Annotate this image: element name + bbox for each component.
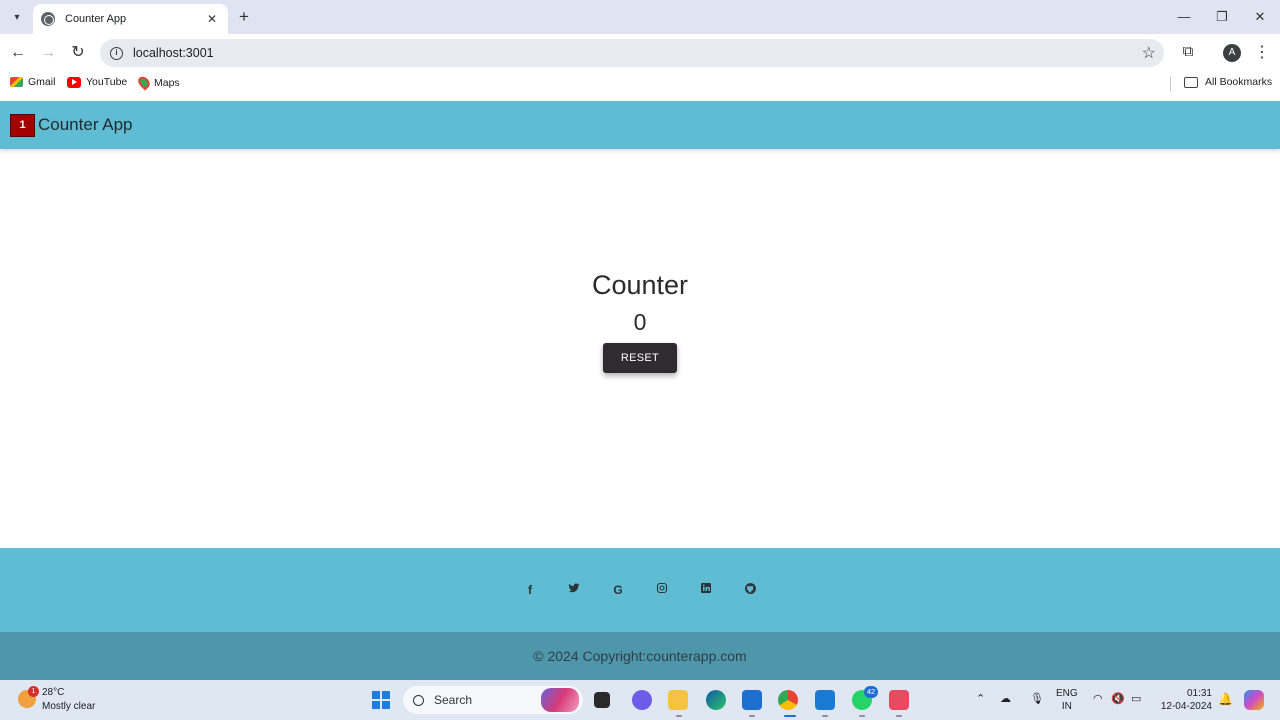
restore-icon[interactable]: ❐ <box>1212 7 1232 27</box>
close-tab-icon[interactable]: ✕ <box>204 12 220 26</box>
bookmark-label: Maps <box>154 76 180 89</box>
browser-tab-strip: ▾ Counter App ✕ + — ❐ ✕ <box>0 0 1280 34</box>
task-view-icon[interactable] <box>594 692 610 708</box>
microsoft-store-icon[interactable] <box>742 690 762 710</box>
weather-notification-badge: 1 <box>28 686 39 697</box>
file-explorer-indicator <box>676 715 682 717</box>
bookmark-star-icon[interactable]: ☆ <box>1142 43 1156 63</box>
windows-taskbar: 1 28°C Mostly clear Search 42 ⌃ ☁ 🎙 ENG … <box>0 680 1280 720</box>
bookmark-label: YouTube <box>86 76 128 88</box>
url-text[interactable]: localhost:3001 <box>133 46 214 60</box>
counter-value: 0 <box>633 309 647 335</box>
whatsapp-indicator <box>859 715 865 717</box>
file-explorer-icon[interactable] <box>668 690 688 710</box>
taskbar-search[interactable]: Search <box>403 686 583 714</box>
twitter-icon[interactable] <box>566 582 582 598</box>
github-icon[interactable] <box>742 582 758 598</box>
site-info-icon[interactable]: i <box>110 46 123 60</box>
counter-section: Counter 0 RESET <box>0 149 1280 548</box>
instagram-icon[interactable] <box>654 582 670 598</box>
counter-heading: Counter <box>591 270 689 300</box>
bookmark-youtube[interactable]: YouTube <box>67 76 127 88</box>
browser-toolbar: ← → ↻ i localhost:3001 ☆ ⧉ A ⋮ <box>0 34 1280 72</box>
edge-icon[interactable] <box>706 690 726 710</box>
extensions-icon[interactable]: ⧉ <box>1178 43 1198 63</box>
teams-chat-icon[interactable] <box>632 690 652 710</box>
all-bookmarks-label: All Bookmarks <box>1205 76 1273 88</box>
notification-bell-icon[interactable]: 🔔 <box>1218 692 1233 706</box>
all-bookmarks[interactable]: All Bookmarks <box>1184 76 1272 88</box>
bookmark-gmail[interactable]: Gmail <box>10 76 55 88</box>
store-indicator <box>749 715 755 717</box>
weather-description[interactable]: Mostly clear <box>42 701 95 712</box>
vscode-icon[interactable] <box>815 690 835 710</box>
tab-search-dropdown-icon[interactable]: ▾ <box>6 6 28 28</box>
browser-tab[interactable]: Counter App ✕ <box>33 4 228 34</box>
footer-copyright: © 2024 Copyright:counterapp.com <box>0 632 1280 680</box>
minimize-icon[interactable]: — <box>1174 7 1194 27</box>
weather-temperature[interactable]: 28°C <box>42 687 64 698</box>
address-bar[interactable]: i localhost:3001 ☆ <box>100 39 1164 67</box>
microphone-icon[interactable]: 🎙 <box>1030 692 1044 705</box>
vscode-indicator <box>822 715 828 717</box>
reload-button[interactable]: ↻ <box>67 42 89 64</box>
video-recorder-icon[interactable] <box>889 690 909 710</box>
app-navbar: 1 Counter App <box>0 101 1280 149</box>
profile-avatar[interactable]: A <box>1223 44 1241 62</box>
youtube-icon <box>67 76 81 88</box>
search-highlight-image <box>541 688 579 712</box>
google-icon[interactable]: G <box>610 582 626 598</box>
new-tab-button[interactable]: + <box>234 7 254 27</box>
tab-title: Counter App <box>65 13 127 25</box>
bookmark-maps[interactable]: Maps <box>135 74 180 91</box>
volume-muted-icon[interactable]: 🔇 <box>1111 692 1125 705</box>
whatsapp-badge: 42 <box>864 686 878 698</box>
bookmarks-bar: Gmail YouTube Maps All Bookmarks <box>0 72 1280 96</box>
windows-start-icon[interactable] <box>372 691 390 709</box>
clock-time: 01:31 <box>1186 688 1212 699</box>
wifi-icon[interactable]: ◠ <box>1093 692 1103 705</box>
close-window-icon[interactable]: ✕ <box>1250 7 1270 27</box>
language-code: ENG <box>1056 688 1078 699</box>
counter-badge: 1 <box>10 113 35 137</box>
gmail-icon <box>10 77 23 87</box>
show-hidden-icons-chevron-icon[interactable]: ⌃ <box>976 692 985 705</box>
bookmarks-divider <box>1170 76 1171 92</box>
facebook-icon[interactable]: f <box>522 582 538 598</box>
folder-icon <box>1184 76 1198 88</box>
back-button[interactable]: ← <box>7 42 29 64</box>
footer-social-bar: f G <box>0 548 1280 632</box>
forward-button[interactable]: → <box>37 42 59 64</box>
taskbar-search-label: Search <box>434 693 473 707</box>
maps-icon <box>135 74 153 91</box>
globe-icon <box>41 12 55 26</box>
clock-date: 12-04-2024 <box>1160 701 1212 712</box>
browser-menu-icon[interactable]: ⋮ <box>1254 43 1270 63</box>
linkedin-icon[interactable] <box>698 582 714 598</box>
reset-button[interactable]: RESET <box>603 343 677 373</box>
onedrive-icon[interactable]: ☁ <box>1000 692 1011 705</box>
chrome-icon[interactable] <box>778 690 798 710</box>
battery-icon[interactable]: ▭ <box>1131 692 1141 705</box>
recorder-indicator <box>896 715 902 717</box>
chrome-active-indicator <box>784 715 796 717</box>
clock[interactable]: 01:31 12-04-2024 <box>1158 687 1212 713</box>
search-icon <box>413 694 424 706</box>
app-title[interactable]: Counter App <box>38 115 133 135</box>
copilot-icon[interactable] <box>1244 690 1264 710</box>
bookmark-label: Gmail <box>28 76 56 88</box>
language-indicator[interactable]: ENG IN <box>1056 687 1078 713</box>
region-code: IN <box>1061 701 1072 712</box>
